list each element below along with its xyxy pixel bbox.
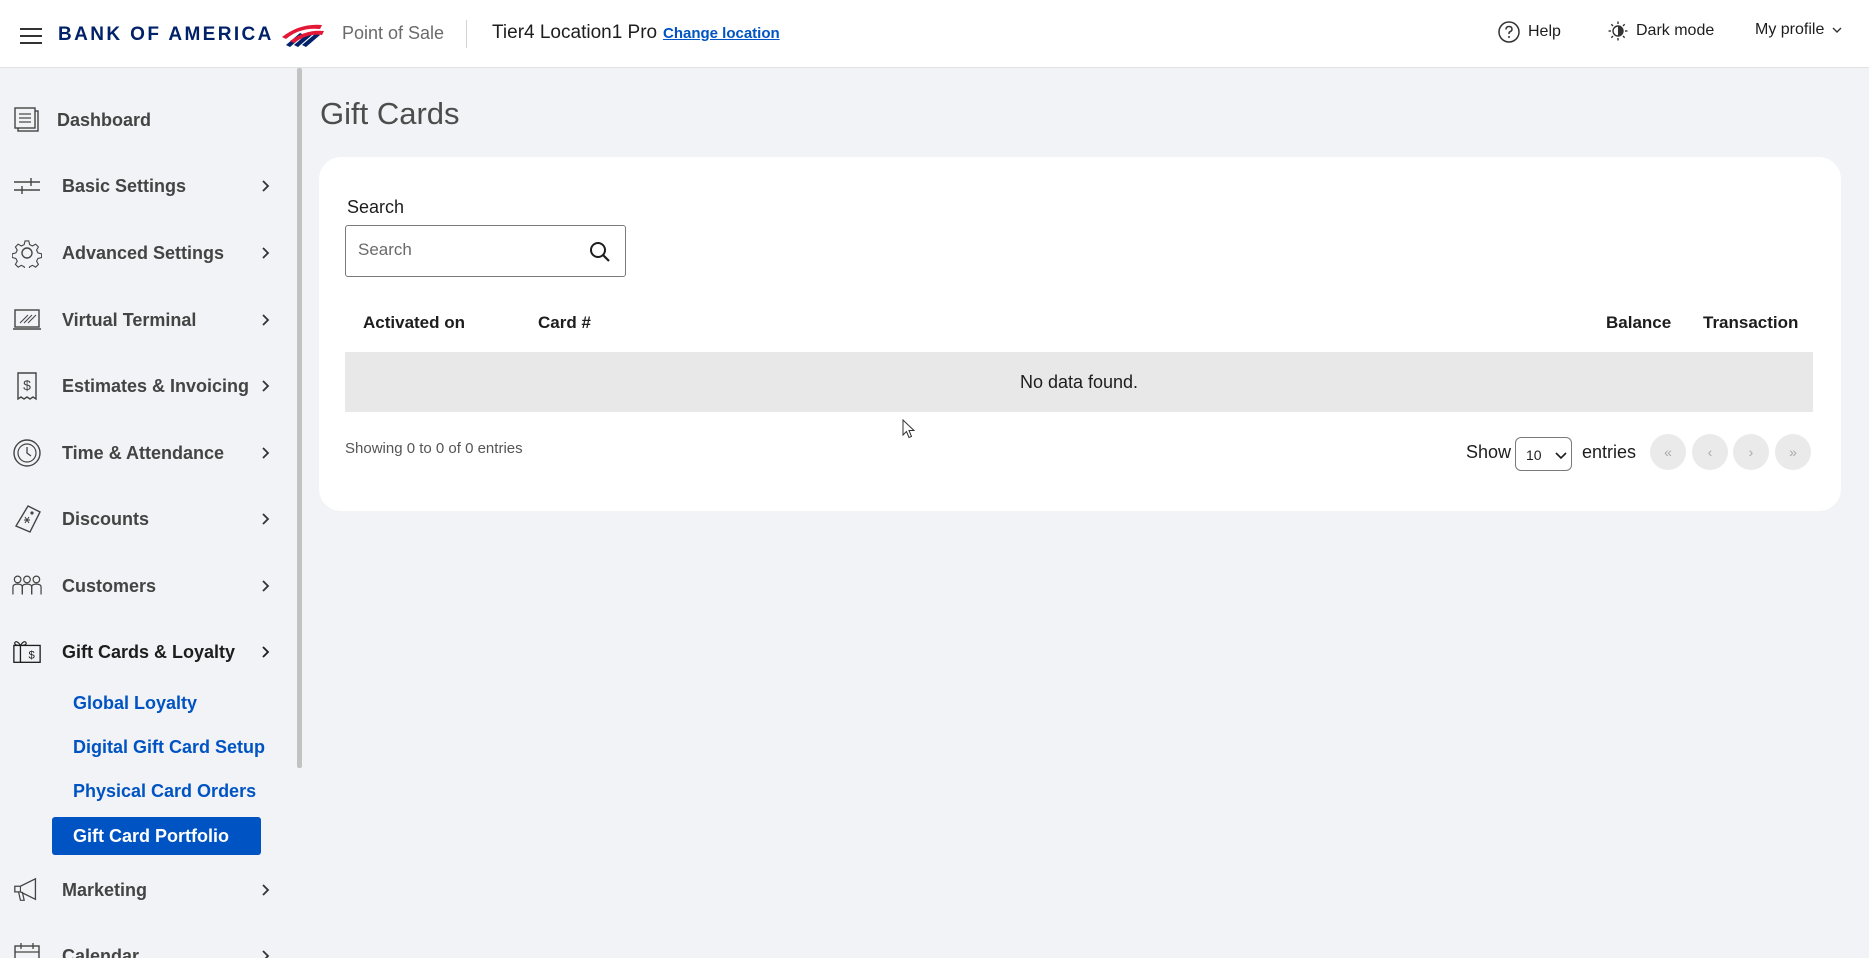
sidebar-item-basic-settings[interactable]: Basic Settings [0,164,290,208]
chevron-right-icon [262,950,270,958]
header-divider [466,20,467,48]
chevron-right-icon [262,314,270,326]
gift-card-icon: $ [12,637,42,667]
column-header-activated-on[interactable]: Activated on [363,313,465,333]
sidebar-item-label: Discounts [62,508,150,529]
help-icon [1498,21,1520,43]
profile-menu[interactable]: My profile [1755,21,1844,39]
column-header-balance[interactable]: Balance [1606,313,1671,333]
sidebar-item-time-attendance[interactable]: Time & Attendance [0,431,290,475]
menu-icon[interactable] [20,28,42,44]
sidebar-subitem-gift-card-portfolio[interactable]: Gift Card Portfolio [52,817,261,855]
search-icon[interactable] [589,241,611,263]
top-bar: BANK OF AMERICA Point of Sale Tier4 Loca… [0,0,1869,68]
chevron-right-icon [262,884,270,896]
sidebar-subitem-physical-card-orders[interactable]: Physical Card Orders [73,781,256,802]
next-page-button[interactable]: › [1733,434,1769,470]
page-size-select[interactable]: 10 [1515,437,1572,471]
sidebar-item-gift-cards-loyalty[interactable]: $ Gift Cards & Loyalty [0,630,290,674]
first-page-button[interactable]: « [1650,434,1686,470]
chevron-right-icon [262,513,270,525]
sidebar-subitem-global-loyalty[interactable]: Global Loyalty [73,693,197,714]
sun-icon [1608,21,1628,41]
chevron-right-icon [262,180,270,192]
tag-icon [12,504,42,534]
search-box[interactable] [345,225,626,277]
sidebar-subitem-digital-gift-card-setup[interactable]: Digital Gift Card Setup [73,737,265,758]
sidebar-item-label: Advanced Settings [62,242,225,263]
gear-icon [12,238,42,268]
column-header-card-number[interactable]: Card # [538,313,591,333]
sidebar-item-discounts[interactable]: Discounts [0,497,290,541]
entries-label: entries [1582,442,1637,462]
terminal-icon [12,305,42,335]
chevron-right-icon [262,247,270,259]
dashboard-icon [12,105,42,135]
sidebar-item-label: Customers [62,575,157,596]
bank-logo[interactable]: BANK OF AMERICA [58,20,324,50]
chevron-right-icon [262,580,270,592]
megaphone-icon [12,875,42,905]
sidebar-item-label: Estimates & Invoicing [62,375,250,396]
sidebar-item-marketing[interactable]: Marketing [0,868,290,912]
logo-text: BANK OF AMERICA [58,24,274,45]
chevron-down-icon [1832,27,1842,33]
sidebar-item-label: Dashboard [57,109,152,130]
app-name: Point of Sale [342,23,445,43]
mouse-cursor-icon [902,419,916,439]
dark-mode-label: Dark mode [1636,22,1715,39]
chevron-down-icon [262,646,270,658]
chevron-down-icon [1555,452,1567,460]
svg-text:$: $ [29,650,36,662]
search-label: Search [347,197,405,217]
empty-message: No data found. [1019,371,1139,392]
sidebar-item-label: Marketing [62,879,148,900]
help-label: Help [1528,23,1561,40]
sidebar-item-estimates-invoicing[interactable]: $ Estimates & Invoicing [0,364,290,408]
entries-summary: Showing 0 to 0 of 0 entries [345,440,523,457]
page-size-value: 10 [1526,447,1542,463]
chevron-right-icon [262,380,270,392]
page-title: Gift Cards [320,96,460,131]
search-input[interactable] [358,240,578,260]
sidebar-item-virtual-terminal[interactable]: Virtual Terminal [0,298,290,342]
change-location-link[interactable]: Change location [663,25,780,42]
sidebar-item-label: Virtual Terminal [62,309,197,330]
show-label: Show [1466,442,1512,462]
calendar-icon [12,941,42,958]
flag-icon [281,24,324,47]
sidebar-scrollbar[interactable] [297,68,302,768]
empty-table-row: No data found. [345,352,1813,412]
location-name: Tier4 Location1 Pro [492,22,658,43]
clock-icon [12,438,42,468]
sidebar-item-label: Time & Attendance [62,442,225,463]
profile-label: My profile [1755,21,1825,38]
column-header-transaction[interactable]: Transaction [1703,313,1798,333]
last-page-button[interactable]: » [1775,434,1811,470]
svg-text:$: $ [23,377,31,393]
sidebar-item-label: Basic Settings [62,175,187,196]
sidebar-item-dashboard[interactable]: Dashboard [0,98,290,142]
sidebar-item-calendar[interactable]: Calendar [0,934,290,958]
chevron-right-icon [262,447,270,459]
sidebar-item-advanced-settings[interactable]: Advanced Settings [0,231,290,275]
people-icon [12,571,42,601]
sliders-icon [12,171,42,201]
sidebar-item-label: Gift Cards & Loyalty [62,641,236,662]
sidebar-item-label: Calendar [62,945,140,958]
invoice-icon: $ [12,371,42,401]
help-button[interactable]: Help [1498,21,1561,43]
dark-mode-toggle[interactable]: Dark mode [1608,21,1714,41]
prev-page-button[interactable]: ‹ [1692,434,1728,470]
sidebar-item-customers[interactable]: Customers [0,564,290,608]
